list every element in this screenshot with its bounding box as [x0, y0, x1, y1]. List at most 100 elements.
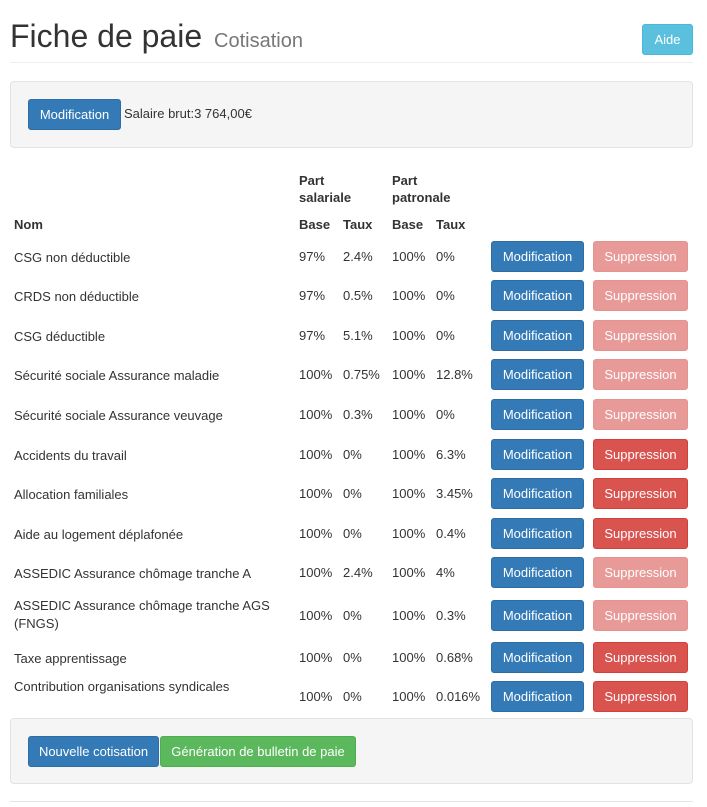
header-pat-taux: Taux — [436, 217, 466, 232]
row-sal-base: 100% — [299, 367, 333, 382]
row-sal-taux: 0% — [343, 689, 362, 704]
header-part-patronale: Part patronale — [392, 173, 451, 205]
row-sal-taux: 0% — [343, 447, 362, 462]
row-delete-button[interactable]: Suppression — [593, 478, 688, 509]
row-delete-button[interactable]: Suppression — [593, 280, 688, 311]
table-row: Allocation familiales 100% 0% 100% 3.45% Modi… — [0, 478, 707, 510]
row-name: Accidents du travail — [14, 448, 127, 463]
salary-panel: Modification Salaire brut:3 764,00€ — [10, 81, 693, 148]
row-sal-base: 100% — [299, 447, 333, 462]
row-pat-taux: 4% — [436, 565, 455, 580]
row-modify-button[interactable]: Modification — [491, 280, 584, 311]
row-modify-button[interactable]: Modification — [491, 399, 584, 430]
row-modify-button[interactable]: Modification — [491, 518, 584, 549]
row-name: Taxe apprentissage — [14, 651, 127, 666]
row-pat-base: 100% — [392, 486, 426, 501]
row-pat-base: 100% — [392, 288, 426, 303]
row-pat-base: 100% — [392, 608, 426, 623]
row-delete-button[interactable]: Suppression — [593, 681, 688, 712]
row-pat-base: 100% — [392, 689, 426, 704]
row-modify-button[interactable]: Modification — [491, 320, 584, 351]
row-modify-button[interactable]: Modification — [491, 439, 584, 470]
row-modify-button[interactable]: Modification — [491, 241, 584, 272]
row-delete-button[interactable]: Suppression — [593, 241, 688, 272]
page-title-text: Fiche de paie — [10, 18, 203, 54]
row-pat-taux: 0.016% — [436, 689, 481, 704]
row-modify-button[interactable]: Modification — [491, 600, 584, 631]
row-sal-taux: 0.75% — [343, 367, 380, 382]
row-name: CSG non déductible — [14, 250, 131, 265]
row-pat-taux: 0% — [436, 288, 455, 303]
page-title: Fiche de paie Cotisation — [10, 16, 303, 61]
row-sal-base: 100% — [299, 526, 333, 541]
table-row: CSG non déductible 97% 2.4% 100% 0% Modificat… — [0, 241, 707, 273]
row-pat-taux: 0% — [436, 249, 455, 264]
row-sal-taux: 0% — [343, 650, 362, 665]
table-row: Contribution organisations syndicales 100… — [0, 679, 707, 713]
table-row: Aide au logement déplafonée 100% 0% 100% 0.4… — [0, 518, 707, 550]
row-name: CRDS non déductible — [14, 289, 140, 304]
table-row: Sécurité sociale Assurance veuvage 100% 0.… — [0, 399, 707, 431]
row-pat-taux: 0.4% — [436, 526, 466, 541]
row-pat-base: 100% — [392, 526, 426, 541]
row-name: Sécurité sociale Assurance maladie — [14, 368, 220, 383]
row-sal-base: 100% — [299, 689, 333, 704]
row-pat-taux: 0% — [436, 328, 455, 343]
row-delete-button[interactable]: Suppression — [593, 518, 688, 549]
row-pat-taux: 6.3% — [436, 447, 466, 462]
row-pat-taux: 12.8% — [436, 367, 473, 382]
row-pat-taux: 0% — [436, 407, 455, 422]
row-pat-taux: 3.45% — [436, 486, 473, 501]
row-delete-button[interactable]: Suppression — [593, 320, 688, 351]
row-pat-base: 100% — [392, 565, 426, 580]
table-row: ASSEDIC Assurance chômage tranche AGS (F… — [0, 598, 707, 632]
generate-payslip-button[interactable]: Génération de bulletin de paie — [160, 736, 356, 767]
row-pat-taux: 0.68% — [436, 650, 473, 665]
row-sal-base: 97% — [299, 288, 326, 303]
row-delete-button[interactable]: Suppression — [593, 642, 688, 673]
row-delete-button[interactable]: Suppression — [593, 600, 688, 631]
row-delete-button[interactable]: Suppression — [593, 439, 688, 470]
row-sal-base: 100% — [299, 608, 333, 623]
row-sal-taux: 0% — [343, 486, 362, 501]
row-sal-taux: 0% — [343, 608, 362, 623]
row-modify-button[interactable]: Modification — [491, 359, 584, 390]
row-sal-base: 100% — [299, 486, 333, 501]
row-name: Aide au logement déplafonée — [14, 527, 184, 542]
row-sal-taux: 5.1% — [343, 328, 373, 343]
row-sal-taux: 0.5% — [343, 288, 373, 303]
row-delete-button[interactable]: Suppression — [593, 399, 688, 430]
page-subtitle: Cotisation — [214, 30, 303, 52]
row-delete-button[interactable]: Suppression — [593, 557, 688, 588]
row-modify-button[interactable]: Modification — [491, 557, 584, 588]
row-modify-button[interactable]: Modification — [491, 681, 584, 712]
header-sal-taux: Taux — [343, 217, 373, 232]
row-sal-taux: 0% — [343, 526, 362, 541]
table-row: ASSEDIC Assurance chômage tranche A 100% 2… — [0, 557, 707, 589]
header-sal-base: Base — [299, 217, 331, 232]
row-name: Allocation familiales — [14, 487, 129, 502]
row-sal-base: 97% — [299, 328, 326, 343]
row-pat-base: 100% — [392, 650, 426, 665]
modify-salary-button[interactable]: Modification — [28, 99, 121, 130]
row-name: ASSEDIC Assurance chômage tranche A — [14, 566, 252, 581]
help-button[interactable]: Aide — [642, 24, 693, 55]
row-sal-taux: 2.4% — [343, 249, 373, 264]
row-name: Contribution organisations syndicales — [14, 679, 230, 694]
table-row: Taxe apprentissage 100% 0% 100% 0.68% Modific… — [0, 642, 707, 674]
row-modify-button[interactable]: Modification — [491, 478, 584, 509]
row-name: CSG déductible — [14, 329, 106, 344]
new-contribution-button[interactable]: Nouvelle cotisation — [28, 736, 159, 767]
row-sal-base: 100% — [299, 407, 333, 422]
header-part-salariale: Part salariale — [299, 173, 352, 205]
payslip-page: Fiche de paie Cotisation Aide Modificati… — [0, 0, 707, 807]
row-delete-button[interactable]: Suppression — [593, 359, 688, 390]
row-modify-button[interactable]: Modification — [491, 642, 584, 673]
row-pat-base: 100% — [392, 447, 426, 462]
row-pat-taux: 0.3% — [436, 608, 466, 623]
row-name: ASSEDIC Assurance chômage tranche AGS (F… — [14, 598, 270, 631]
row-pat-base: 100% — [392, 249, 426, 264]
header-name: Nom — [14, 217, 43, 232]
row-sal-taux: 0.3% — [343, 407, 373, 422]
row-pat-base: 100% — [392, 328, 426, 343]
